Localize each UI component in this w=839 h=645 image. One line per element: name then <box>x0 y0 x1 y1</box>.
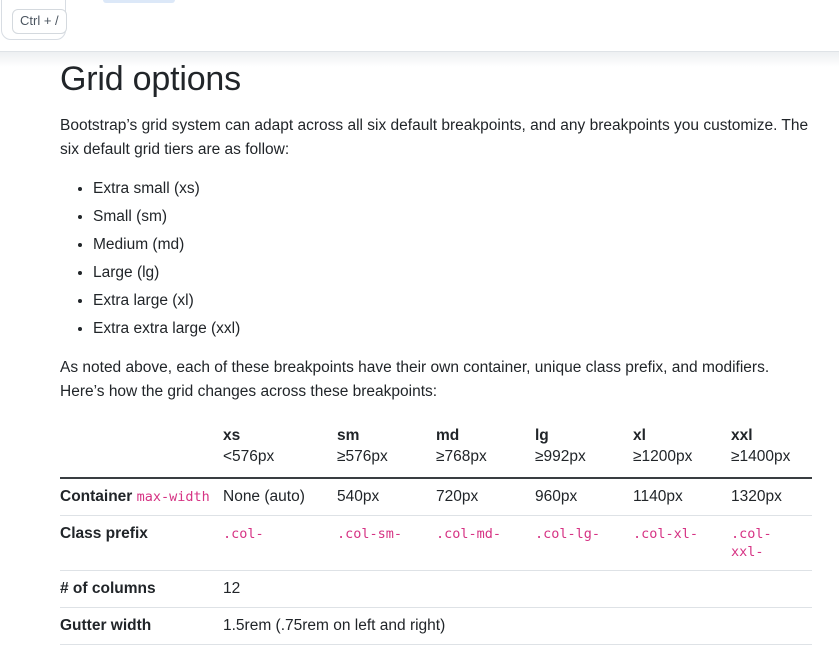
table-cell: 1320px <box>731 478 812 516</box>
list-item: Small (sm) <box>93 205 812 229</box>
column-label: lg <box>535 426 625 447</box>
table-cell: .col- <box>223 515 337 570</box>
column-header: xs <576px <box>223 423 337 478</box>
row-label-text: Class prefix <box>60 525 148 542</box>
row-label-code: max-width <box>137 489 210 505</box>
column-label: xxl <box>731 426 804 447</box>
main-content: Grid options Bootstrap’s grid system can… <box>0 52 839 645</box>
column-label: xs <box>223 426 329 447</box>
keyboard-shortcut-badge: Ctrl + / <box>12 9 67 34</box>
list-item: Extra large (xl) <box>93 289 812 313</box>
list-item: Large (lg) <box>93 261 812 285</box>
table-row: Container max-widthNone (auto)540px720px… <box>60 478 812 516</box>
note-paragraph: As noted above, each of these breakpoint… <box>60 356 812 404</box>
table-cell: 540px <box>337 478 436 516</box>
column-label: xl <box>633 426 723 447</box>
column-label: sm <box>337 426 428 447</box>
top-navbar: Ctrl + / <box>0 0 839 52</box>
column-header: md ≥768px <box>436 423 535 478</box>
row-label: Gutter width <box>60 607 223 644</box>
row-label: Container max-width <box>60 478 223 516</box>
list-item: Extra extra large (xxl) <box>93 317 812 341</box>
row-label: # of columns <box>60 570 223 607</box>
table-cell: 720px <box>436 478 535 516</box>
column-header: sm ≥576px <box>337 423 436 478</box>
column-sublabel: ≥1400px <box>731 447 804 468</box>
class-prefix-code: .col- <box>223 526 264 542</box>
class-prefix-code: .col-md- <box>436 526 501 542</box>
class-prefix-code: .col-xl- <box>633 526 698 542</box>
row-label-text: Container <box>60 488 132 505</box>
column-header: xl ≥1200px <box>633 423 731 478</box>
intro-paragraph: Bootstrap’s grid system can adapt across… <box>60 114 812 162</box>
search-suggestion-fragment <box>103 0 175 3</box>
column-header: xxl ≥1400px <box>731 423 812 478</box>
table-row: Gutter width 1.5rem (.75rem on left and r… <box>60 607 812 644</box>
table-row: # of columns 12 <box>60 570 812 607</box>
empty-header-cell <box>60 423 223 478</box>
table-cell: .col-xl- <box>633 515 731 570</box>
table-cell-span: 12 <box>223 570 812 607</box>
column-sublabel: <576px <box>223 447 329 468</box>
row-label: Class prefix <box>60 515 223 570</box>
list-item: Extra small (xs) <box>93 177 812 201</box>
row-label-text: Gutter width <box>60 617 151 634</box>
column-sublabel: ≥576px <box>337 447 428 468</box>
class-prefix-code: .col-sm- <box>337 526 402 542</box>
table-cell-span: 1.5rem (.75rem on left and right) <box>223 607 812 644</box>
column-sublabel: ≥1200px <box>633 447 723 468</box>
table-cell: .col-xxl- <box>731 515 812 570</box>
table-cell: .col-lg- <box>535 515 633 570</box>
class-prefix-code: .col-xxl- <box>731 526 772 560</box>
table-cell: .col-md- <box>436 515 535 570</box>
table-cell: 1140px <box>633 478 731 516</box>
column-header: lg ≥992px <box>535 423 633 478</box>
list-item: Medium (md) <box>93 233 812 257</box>
table-row: Class prefix .col- .col-sm- .col-md- .col-lg… <box>60 515 812 570</box>
grid-options-table: xs <576px sm ≥576px md ≥768px lg ≥992px … <box>60 423 812 645</box>
column-sublabel: ≥768px <box>436 447 527 468</box>
class-prefix-code: .col-lg- <box>535 526 600 542</box>
search-input[interactable]: Ctrl + / <box>1 0 66 40</box>
table-cell: .col-sm- <box>337 515 436 570</box>
page-title: Grid options <box>60 59 812 100</box>
breakpoint-list: Extra small (xs) Small (sm) Medium (md) Lar… <box>60 177 812 341</box>
table-body: Container max-widthNone (auto)540px720px… <box>60 478 812 645</box>
table-header-row: xs <576px sm ≥576px md ≥768px lg ≥992px … <box>60 423 812 478</box>
column-label: md <box>436 426 527 447</box>
table-cell: 960px <box>535 478 633 516</box>
column-sublabel: ≥992px <box>535 447 625 468</box>
table-cell: None (auto) <box>223 478 337 516</box>
row-label-text: # of columns <box>60 580 156 597</box>
